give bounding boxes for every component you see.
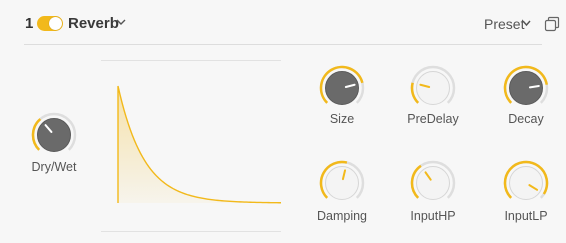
knob-body — [37, 118, 71, 152]
toggle-knob — [49, 17, 62, 30]
predelay-label: PreDelay — [407, 112, 459, 126]
slot-number: 1 — [25, 15, 34, 32]
inputhp-label: InputHP — [410, 209, 456, 223]
knob-body — [509, 166, 543, 200]
decay-knob[interactable] — [503, 65, 549, 111]
knob-body — [325, 71, 359, 105]
damping-knob[interactable] — [319, 160, 365, 206]
enable-toggle[interactable] — [37, 16, 63, 31]
damping-label: Damping — [316, 209, 368, 223]
inputhp-knob[interactable] — [410, 160, 456, 206]
dry-wet-label: Dry/Wet — [31, 160, 77, 174]
reverb-panel: 1 Reverb Preset Dry/Wet Size PreDelay De… — [0, 0, 566, 243]
decay-envelope-curve — [117, 85, 281, 204]
chevron-down-icon[interactable] — [116, 18, 126, 26]
decay-graph — [101, 60, 281, 232]
preset-menu[interactable]: Preset — [484, 16, 524, 32]
knob-body — [509, 71, 543, 105]
inputlp-label: InputLP — [504, 209, 548, 223]
envelope-fill — [118, 86, 281, 203]
decay-label: Decay — [508, 112, 544, 126]
size-knob[interactable] — [319, 65, 365, 111]
knob-body — [416, 166, 450, 200]
header-divider — [24, 44, 542, 45]
plugin-name[interactable]: Reverb — [68, 15, 119, 32]
plugin-header: 1 Reverb Preset — [0, 0, 566, 45]
knob-body — [325, 166, 359, 200]
chevron-down-icon[interactable] — [522, 19, 531, 27]
dry-wet-knob[interactable] — [31, 112, 77, 158]
size-label: Size — [329, 112, 355, 126]
inputlp-knob[interactable] — [503, 160, 549, 206]
knob-indicator — [528, 84, 540, 89]
knob-body — [416, 71, 450, 105]
copy-icon[interactable] — [544, 16, 560, 32]
predelay-knob[interactable] — [410, 65, 456, 111]
